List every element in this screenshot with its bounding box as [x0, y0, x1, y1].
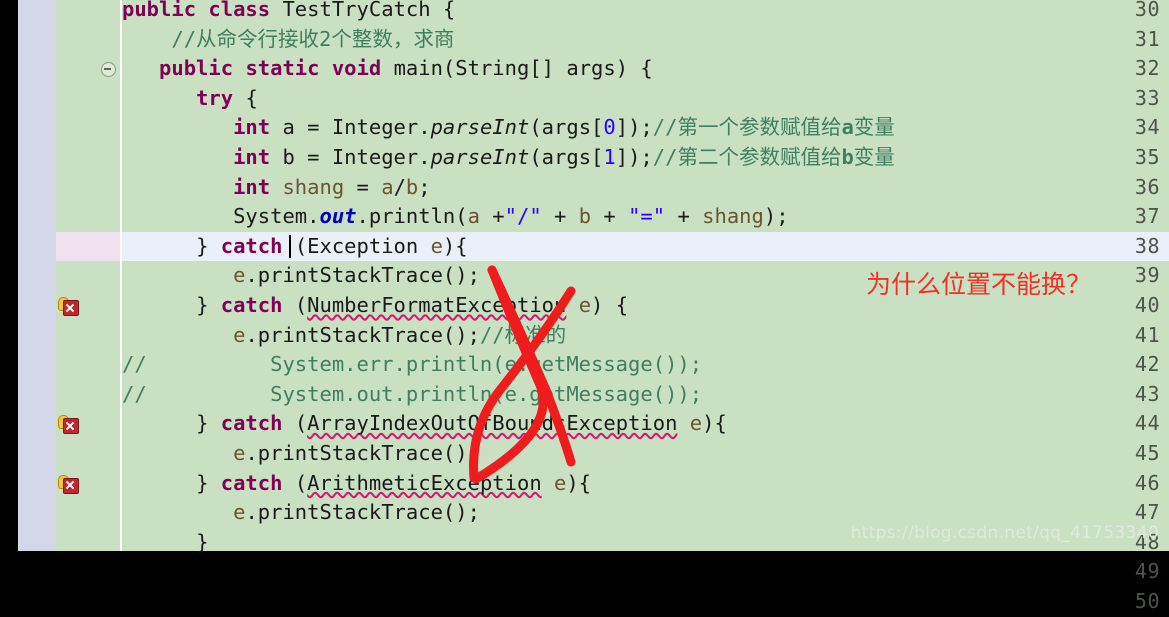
code-line-43[interactable]: 43 // System.out.println(e.getMessage())… [56, 380, 1169, 410]
line-number: 36 [1134, 174, 1160, 199]
line-number: 30 [1134, 0, 1160, 21]
error-quickfix-marker-icon[interactable] [57, 474, 79, 494]
code-line-41[interactable]: 41 e.printStackTrace();//标准的 [56, 321, 1169, 351]
code-line-49[interactable]: 49 [56, 557, 1169, 587]
left-black-rail [0, 0, 18, 551]
code-text: e.printStackTrace(); [233, 500, 480, 525]
error-quickfix-marker-icon[interactable] [57, 414, 79, 435]
code-line-36[interactable]: 36 int shang = a/b; [56, 173, 1169, 203]
code-text: public static void main(String[] args) { [159, 56, 653, 81]
line-number: 44 [1134, 411, 1160, 436]
line-number: 41 [1134, 322, 1160, 347]
gutter-side-panel [18, 0, 56, 551]
code-line-42[interactable]: 42 // System.err.println(e.getMessage())… [56, 350, 1169, 380]
code-text: } catch (ArrayIndexOutOfBoundsException … [196, 411, 727, 436]
code-line-30[interactable]: 30 public class TestTryCatch { [56, 0, 1169, 25]
code-text: } catch (Exception e){ [196, 233, 468, 258]
error-x-icon [63, 300, 79, 316]
code-text: // System.err.println(e.getMessage()); [122, 352, 703, 377]
code-text: public class TestTryCatch { [122, 0, 456, 21]
line-number: 37 [1134, 204, 1160, 229]
code-text: } catch (ArithmeticException e){ [196, 470, 592, 495]
error-quickfix-marker-icon[interactable] [57, 296, 79, 316]
code-line-35[interactable]: 35 int b = Integer.parseInt(args[1]);//第… [56, 143, 1169, 173]
error-x-icon [63, 477, 79, 494]
code-line-37[interactable]: 37 System.out.println(a +"/" + b + "=" +… [56, 202, 1169, 232]
code-line-34[interactable]: 34 int a = Integer.parseInt(args[0]);//第… [56, 113, 1169, 143]
code-text: } [196, 529, 209, 554]
code-text: try { [196, 85, 258, 110]
line-number: 45 [1134, 441, 1160, 465]
code-text: e.printStackTrace(); [233, 263, 480, 288]
code-text: int b = Integer.parseInt(args[1]);//第二个参… [233, 145, 895, 169]
line-number: 42 [1134, 352, 1160, 377]
code-line-33[interactable]: 33 try { [56, 84, 1169, 114]
code-line-31[interactable]: 31 //从命令行接收2个整数，求商 [56, 25, 1169, 55]
code-text: } catch (NumberFormatException e) { [196, 293, 629, 317]
code-line-46[interactable]: 46 } catch (ArithmeticException e){ [56, 469, 1169, 499]
line-number: 38 [1134, 233, 1160, 258]
current-line-gutter-highlight [56, 231, 120, 262]
watermark: https://blog.csdn.net/qq_41753340 [850, 523, 1159, 543]
line-number: 39 [1134, 263, 1160, 288]
line-number: 49 [1134, 559, 1160, 584]
code-text: //从命令行接收2个整数，求商 [171, 26, 455, 51]
line-number: 34 [1134, 115, 1160, 140]
code-line-45[interactable]: 45 e.printStackTrace(); [56, 439, 1169, 469]
code-text: e.printStackTrace(); [233, 441, 480, 465]
red-annotation-text: 为什么位置不能换？ [866, 270, 1092, 299]
line-number: 50 [1134, 589, 1160, 613]
code-line-44[interactable]: 44 } catch (ArrayIndexOutOfBoundsExcepti… [56, 409, 1169, 439]
code-line-38[interactable]: 38 } catch (Exception e){ [56, 231, 1169, 262]
code-text: // System.out.println(e.getMessage()); [122, 381, 703, 406]
error-x-icon [63, 418, 79, 435]
line-number: 32 [1134, 56, 1160, 81]
line-number: 31 [1134, 26, 1160, 51]
fold-collapse-icon[interactable] [101, 62, 116, 78]
code-line-50[interactable]: 50 [56, 587, 1169, 617]
line-number: 35 [1134, 145, 1160, 169]
code-text: int shang = a/b; [233, 174, 431, 199]
code-line-32[interactable]: 32 public static void main(String[] args… [56, 54, 1169, 84]
code-text: System.out.println(a +"/" + b + "=" + sh… [233, 204, 789, 229]
line-number: 43 [1134, 381, 1160, 406]
code-text: e.printStackTrace();//标准的 [233, 322, 567, 347]
line-number: 40 [1134, 293, 1160, 317]
screenshot-root: 30 public class TestTryCatch { 31 //从命令行… [0, 0, 1169, 613]
line-number: 33 [1134, 85, 1160, 110]
code-text: int a = Integer.parseInt(args[0]);//第一个参… [233, 115, 895, 140]
line-number: 46 [1134, 470, 1160, 495]
